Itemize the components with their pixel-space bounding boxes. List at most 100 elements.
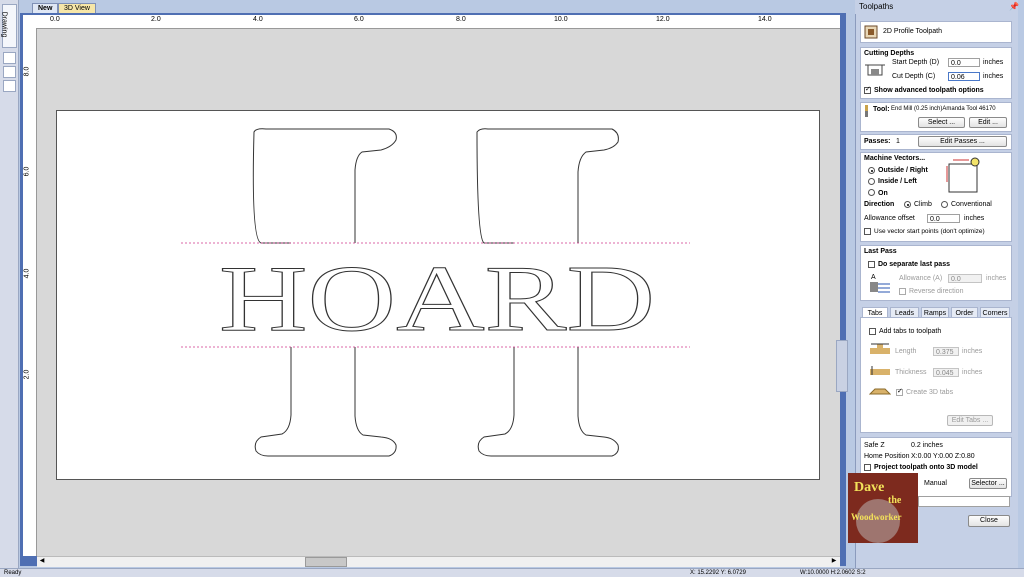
safe-z-value: 0.2 inches	[911, 442, 943, 449]
tool-value: End Mill (0.25 inch)Amanda Tool 46170	[891, 106, 996, 112]
last-pass-allowance-label: Allowance (A)	[899, 275, 943, 282]
tab-thickness-icon	[870, 366, 890, 375]
home-position-label: Home Position	[864, 453, 910, 460]
ruler-top-tick: 6.0	[354, 16, 364, 23]
create-3d-tabs-checkbox[interactable]	[896, 387, 903, 396]
logo-line2: the	[888, 495, 902, 506]
last-pass-allowance-unit: inches	[986, 275, 1007, 282]
panel-splitter-scroll[interactable]	[836, 340, 848, 392]
climb-label: Climb	[914, 201, 932, 208]
h-lower-right-stem	[477, 347, 619, 457]
inside-left-label: Inside / Left	[878, 178, 917, 185]
tool-section: Tool: End Mill (0.25 inch)Amanda Tool 46…	[860, 102, 1012, 132]
offset-preview-icon	[946, 157, 980, 193]
toolpath-name-input[interactable]	[918, 496, 1010, 507]
machine-vectors-section: Machine Vectors... Outside / Right Insid…	[860, 152, 1012, 242]
hoard-text[interactable]: HOARD	[219, 247, 656, 352]
last-pass-diagram-icon: A	[870, 274, 890, 293]
horizontal-scroll-thumb[interactable]	[305, 557, 347, 567]
tool-edit-button[interactable]: Edit ...	[969, 117, 1007, 128]
tab-thickness-input[interactable]: 0.045	[933, 368, 959, 377]
create-3d-tabs-label: Create 3D tabs	[906, 389, 954, 396]
tab-length-input[interactable]: 0.375	[933, 347, 959, 356]
advanced-options-checkbox[interactable]	[864, 85, 871, 94]
cutting-depths-section: Cutting Depths Start Depth (D) 0.0 inche…	[860, 47, 1012, 99]
add-tabs-label: Add tabs to toolpath	[879, 328, 942, 335]
project-toolpath-checkbox[interactable]	[864, 464, 871, 471]
outside-right-label: Outside / Right	[878, 167, 928, 174]
scroll-left-icon[interactable]: ◀	[38, 557, 46, 565]
manual-label: Manual	[924, 480, 947, 487]
reverse-direction-label: Reverse direction	[909, 288, 964, 295]
ruler-left: 8.0 6.0 4.0 2.0	[23, 28, 37, 556]
last-pass-section: Last Pass Do separate last pass A Allowa…	[860, 245, 1012, 301]
cut-depth-input[interactable]: 0.06	[948, 72, 980, 81]
strip-button-1[interactable]	[3, 52, 16, 64]
toolpath-title: 2D Profile Toolpath	[883, 28, 943, 35]
inside-left-radio[interactable]	[868, 178, 875, 185]
cut-depth-label: Cut Depth (C)	[892, 73, 936, 80]
advanced-options-label: Show advanced toolpath options	[874, 87, 984, 94]
add-tabs-checkbox[interactable]	[869, 328, 876, 335]
tab-length-unit: inches	[962, 348, 983, 355]
cutting-depths-title: Cutting Depths	[864, 50, 915, 57]
passes-section: Passes: 1 Edit Passes ...	[860, 134, 1012, 150]
tabs-settings-section: Add tabs to toolpath Length 0.375 inches…	[860, 317, 1012, 433]
safe-z-label: Safe Z	[864, 442, 885, 449]
start-depth-unit: inches	[983, 59, 1004, 66]
ruler-top-tick: 8.0	[456, 16, 466, 23]
vector-start-points-checkbox[interactable]	[864, 228, 871, 235]
edit-passes-button[interactable]: Edit Passes ...	[918, 136, 1007, 147]
ruler-left-tick: 2.0	[23, 369, 31, 380]
h-upper-right-stem	[476, 128, 619, 244]
design-artwork[interactable]: HOARD	[56, 110, 818, 478]
svg-text:A: A	[871, 274, 876, 281]
scroll-right-icon[interactable]: ▶	[830, 557, 838, 565]
on-vector-label: On	[878, 190, 888, 197]
allowance-offset-input[interactable]: 0.0	[927, 214, 960, 223]
toolpath-title-box: 2D Profile Toolpath	[860, 21, 1012, 43]
close-button[interactable]: Close	[968, 515, 1010, 527]
ruler-top-tick: 14.0	[758, 16, 772, 23]
conventional-label: Conventional	[951, 201, 992, 208]
horizontal-scrollbar[interactable]	[37, 556, 840, 567]
ruler-left-tick: 6.0	[23, 166, 31, 177]
ruler-left-tick: 4.0	[23, 268, 31, 279]
strip-button-3[interactable]	[3, 80, 16, 92]
drawing-side-tab[interactable]: Drawing	[0, 4, 17, 48]
climb-radio[interactable]	[904, 201, 911, 208]
cut-depth-unit: inches	[983, 73, 1004, 80]
h-upper-left-stem	[252, 128, 397, 244]
strip-button-2[interactable]	[3, 66, 16, 78]
passes-value: 1	[896, 138, 900, 145]
tool-label: Tool:	[873, 106, 890, 113]
direction-label: Direction	[864, 201, 895, 208]
allowance-offset-unit: inches	[964, 215, 985, 222]
pin-icon[interactable]: 📌	[1009, 2, 1019, 11]
separate-last-pass-checkbox[interactable]	[868, 261, 875, 268]
dave-the-woodworker-logo: Dave the Woodworker	[848, 473, 918, 543]
ruler-top-tick: 0.0	[50, 16, 60, 23]
depth-diagram-icon	[865, 64, 885, 76]
selector-button[interactable]: Selector ...	[969, 478, 1007, 489]
conventional-radio[interactable]	[941, 201, 948, 208]
allowance-offset-label: Allowance offset	[864, 215, 915, 222]
tool-select-button[interactable]: Select ...	[918, 117, 965, 128]
on-vector-radio[interactable]	[868, 189, 875, 196]
profile-toolpath-icon	[864, 25, 878, 39]
start-depth-input[interactable]: 0.0	[948, 58, 980, 67]
ruler-top: 0.0 2.0 4.0 6.0 8.0 10.0 12.0 14.0	[23, 15, 840, 29]
panel-header-title: Toolpaths	[859, 2, 894, 11]
last-pass-allowance-input[interactable]: 0.0	[948, 274, 982, 283]
edit-tabs-button[interactable]: Edit Tabs ...	[947, 415, 993, 426]
machine-vectors-title: Machine Vectors...	[864, 155, 926, 162]
panel-header: Toolpaths	[855, 0, 1017, 14]
home-position-value: X:0.00 Y:0.00 Z:0.80	[911, 453, 975, 460]
logo-line1: Dave	[854, 480, 884, 495]
logo-line3: Woodworker	[851, 512, 902, 522]
ruler-top-tick: 10.0	[554, 16, 568, 23]
last-pass-title: Last Pass	[864, 248, 897, 255]
outside-right-radio[interactable]	[868, 167, 875, 174]
reverse-direction-checkbox[interactable]	[899, 288, 906, 295]
drawing-tab-label: Drawing	[0, 11, 8, 38]
